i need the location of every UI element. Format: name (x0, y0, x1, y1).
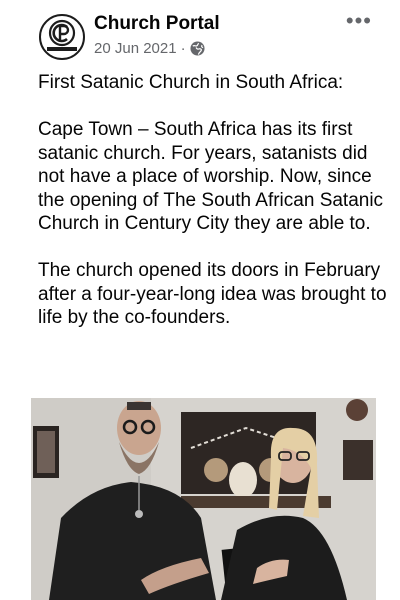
post-date[interactable]: 20 Jun 2021 (94, 40, 177, 57)
post-paragraph: First Satanic Church in South Africa: (38, 72, 344, 93)
page-name[interactable]: Church Portal (94, 13, 220, 35)
post-paragraph: Cape Town – South Africa has its first s… (38, 119, 384, 234)
more-options-icon[interactable]: ••• (346, 8, 372, 34)
photo-illustration (31, 398, 376, 600)
church-portal-logo (47, 19, 77, 51)
post-photo[interactable] (31, 398, 376, 600)
post-meta: 20 Jun 2021 · (94, 40, 205, 57)
globe-icon (190, 41, 205, 56)
meta-separator: · (180, 40, 186, 57)
post-paragraph: The church opened its doors in February … (38, 260, 387, 328)
post-body: First Satanic Church in South Africa: Ca… (38, 71, 388, 353)
page-avatar[interactable] (39, 14, 85, 60)
post-header: Church Portal 20 Jun 2021 · ••• (0, 0, 400, 64)
